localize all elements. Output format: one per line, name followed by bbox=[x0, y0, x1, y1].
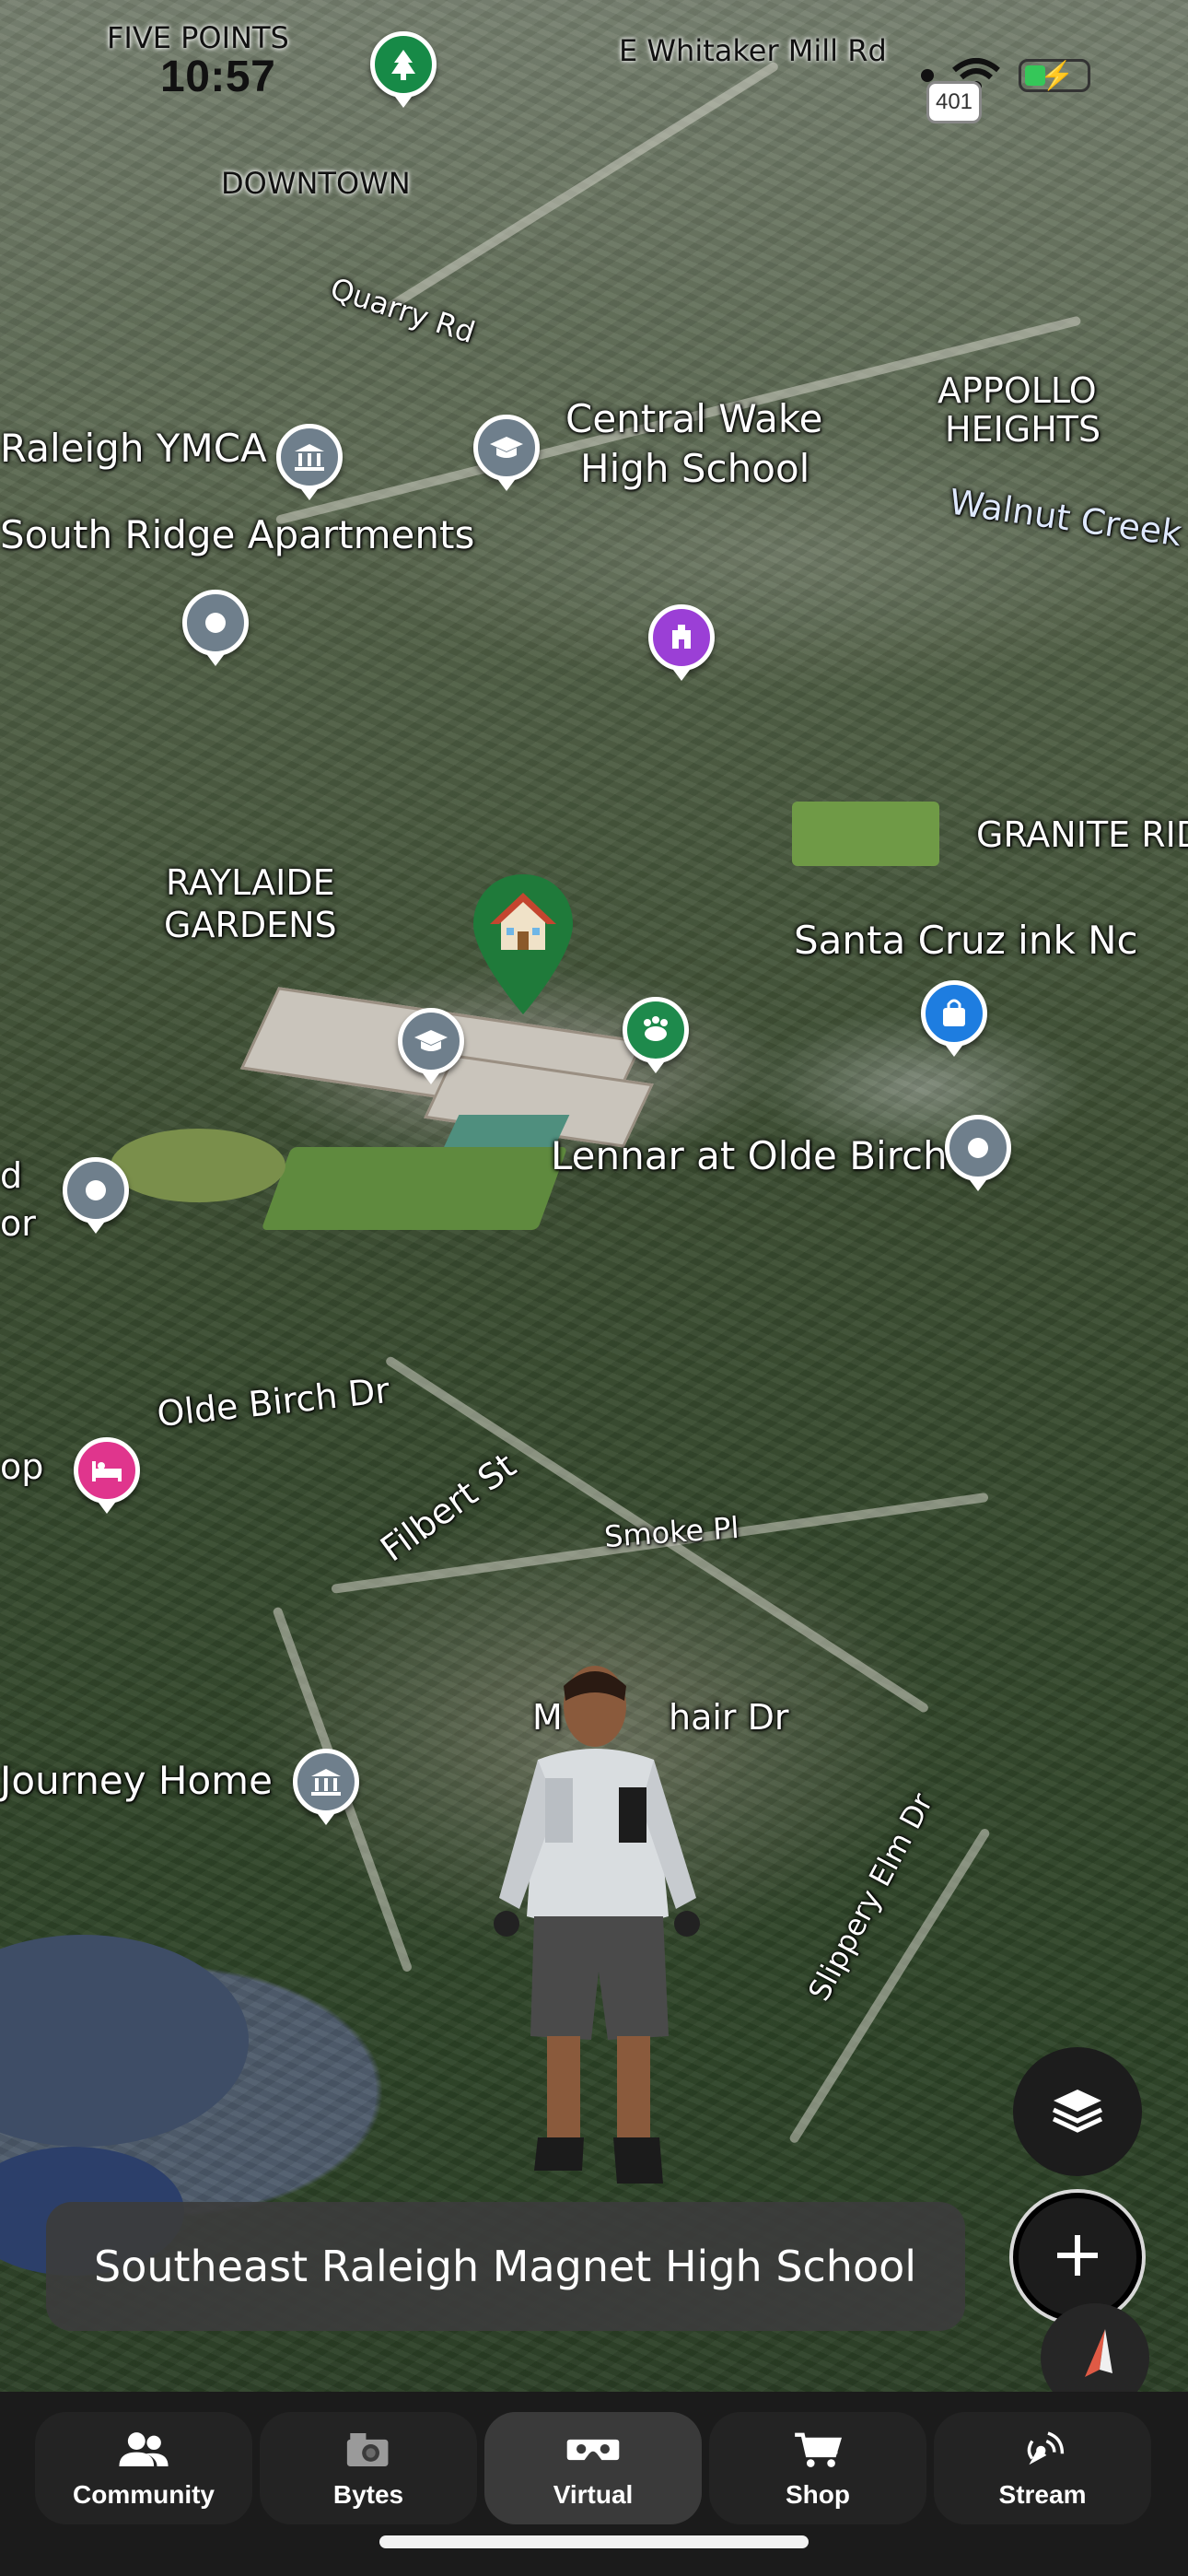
bed-icon[interactable] bbox=[74, 1437, 140, 1504]
bottom-tab-bar: Community Bytes Virtual Shop Stream bbox=[0, 2392, 1188, 2576]
map-label-santa-cruz: Santa Cruz ink Nc bbox=[794, 918, 1138, 963]
map-label-central-wake-1: Central Wake bbox=[565, 396, 823, 441]
home-indicator[interactable] bbox=[379, 2535, 809, 2548]
tree-icon[interactable] bbox=[370, 31, 437, 98]
vr-headset-icon bbox=[565, 2427, 621, 2473]
stream-icon bbox=[1015, 2427, 1070, 2473]
tab-stream[interactable]: Stream bbox=[934, 2412, 1151, 2524]
map-label-slippery-elm: Slippery Elm Dr bbox=[801, 1787, 940, 2007]
tab-virtual-label: Virtual bbox=[553, 2480, 634, 2509]
map-label-journey-home: Journey Home bbox=[0, 1758, 273, 1803]
map-label-quarry: Quarry Rd bbox=[326, 270, 480, 351]
selected-place-title: Southeast Raleigh Magnet High School bbox=[94, 2242, 917, 2291]
place-dot-icon[interactable] bbox=[945, 1115, 1011, 1181]
map-label-five-points: FIVE POINTS bbox=[107, 20, 289, 55]
tab-bytes-label: Bytes bbox=[332, 2480, 404, 2509]
map-label-olde-birch: Olde Birch Dr bbox=[155, 1369, 392, 1435]
place-dot-icon[interactable] bbox=[182, 590, 249, 656]
battery-icon: ⚡ bbox=[1019, 59, 1090, 92]
avatar[interactable] bbox=[479, 1649, 718, 2202]
landmark-icon[interactable] bbox=[276, 424, 343, 490]
map-label-apollo-1: APPOLLO bbox=[938, 370, 1097, 411]
map-label-left-or: or bbox=[0, 1203, 36, 1244]
road bbox=[384, 60, 780, 313]
map-label-raylaide-1: RAYLAIDE bbox=[166, 862, 335, 903]
map-label-filbert: Filbert St bbox=[373, 1445, 524, 1570]
cart-icon bbox=[790, 2427, 845, 2473]
map-label-op: op bbox=[0, 1446, 44, 1487]
map-label-walnut-creek: Walnut Creek bbox=[947, 481, 1185, 555]
map-label-south-ridge: South Ridge Apartments bbox=[0, 512, 475, 557]
map-label-whitaker: E Whitaker Mill Rd bbox=[619, 33, 887, 68]
signal-icon bbox=[921, 69, 934, 82]
tab-community-label: Community bbox=[73, 2480, 215, 2509]
sports-field bbox=[261, 1147, 568, 1230]
tab-shop[interactable]: Shop bbox=[709, 2412, 926, 2524]
map-3d-view[interactable]: FIVE POINTS 10:57 E Whitaker Mill Rd ⚡ 4… bbox=[0, 0, 1188, 2576]
tab-bytes[interactable]: Bytes bbox=[260, 2412, 477, 2524]
route-shield: 401 bbox=[926, 81, 982, 123]
baseball-field bbox=[111, 1129, 285, 1202]
school-icon[interactable] bbox=[398, 1008, 464, 1074]
compass-icon bbox=[1072, 2325, 1118, 2395]
layers-button[interactable] bbox=[1013, 2047, 1142, 2176]
map-label-raylaide-2: GARDENS bbox=[164, 905, 337, 945]
park-field bbox=[792, 802, 939, 866]
home-icon[interactable] bbox=[470, 871, 577, 1018]
community-icon bbox=[116, 2427, 171, 2473]
pond bbox=[0, 1935, 249, 2147]
pet-icon[interactable] bbox=[623, 997, 689, 1063]
map-label-downtown: DOWNTOWN bbox=[221, 166, 411, 201]
place-dot-icon[interactable] bbox=[63, 1157, 129, 1224]
tab-shop-label: Shop bbox=[786, 2480, 850, 2509]
school-icon[interactable] bbox=[473, 415, 540, 481]
camera-icon bbox=[341, 2427, 396, 2473]
map-label-ymca: Raleigh YMCA bbox=[0, 426, 267, 471]
layers-icon bbox=[1050, 2082, 1105, 2142]
tab-stream-label: Stream bbox=[998, 2480, 1087, 2509]
add-button[interactable] bbox=[1013, 2193, 1142, 2322]
tab-community[interactable]: Community bbox=[35, 2412, 252, 2524]
map-label-central-wake-2: High School bbox=[580, 446, 810, 491]
tab-virtual[interactable]: Virtual bbox=[484, 2412, 702, 2524]
plus-icon bbox=[1050, 2228, 1105, 2288]
selected-place-card[interactable]: Southeast Raleigh Magnet High School bbox=[46, 2202, 965, 2331]
shopping-bag-icon[interactable] bbox=[921, 980, 987, 1047]
map-label-lennar: Lennar at Olde Birch bbox=[551, 1133, 948, 1178]
map-label-granite: GRANITE RID bbox=[976, 814, 1188, 855]
map-label-apollo-2: HEIGHTS bbox=[945, 409, 1101, 450]
route-shield-number: 401 bbox=[935, 89, 973, 114]
landmark-icon[interactable] bbox=[293, 1749, 359, 1815]
status-time: 10:57 bbox=[160, 53, 276, 101]
attraction-icon[interactable] bbox=[648, 604, 715, 671]
map-label-left-d: d bbox=[0, 1155, 23, 1196]
